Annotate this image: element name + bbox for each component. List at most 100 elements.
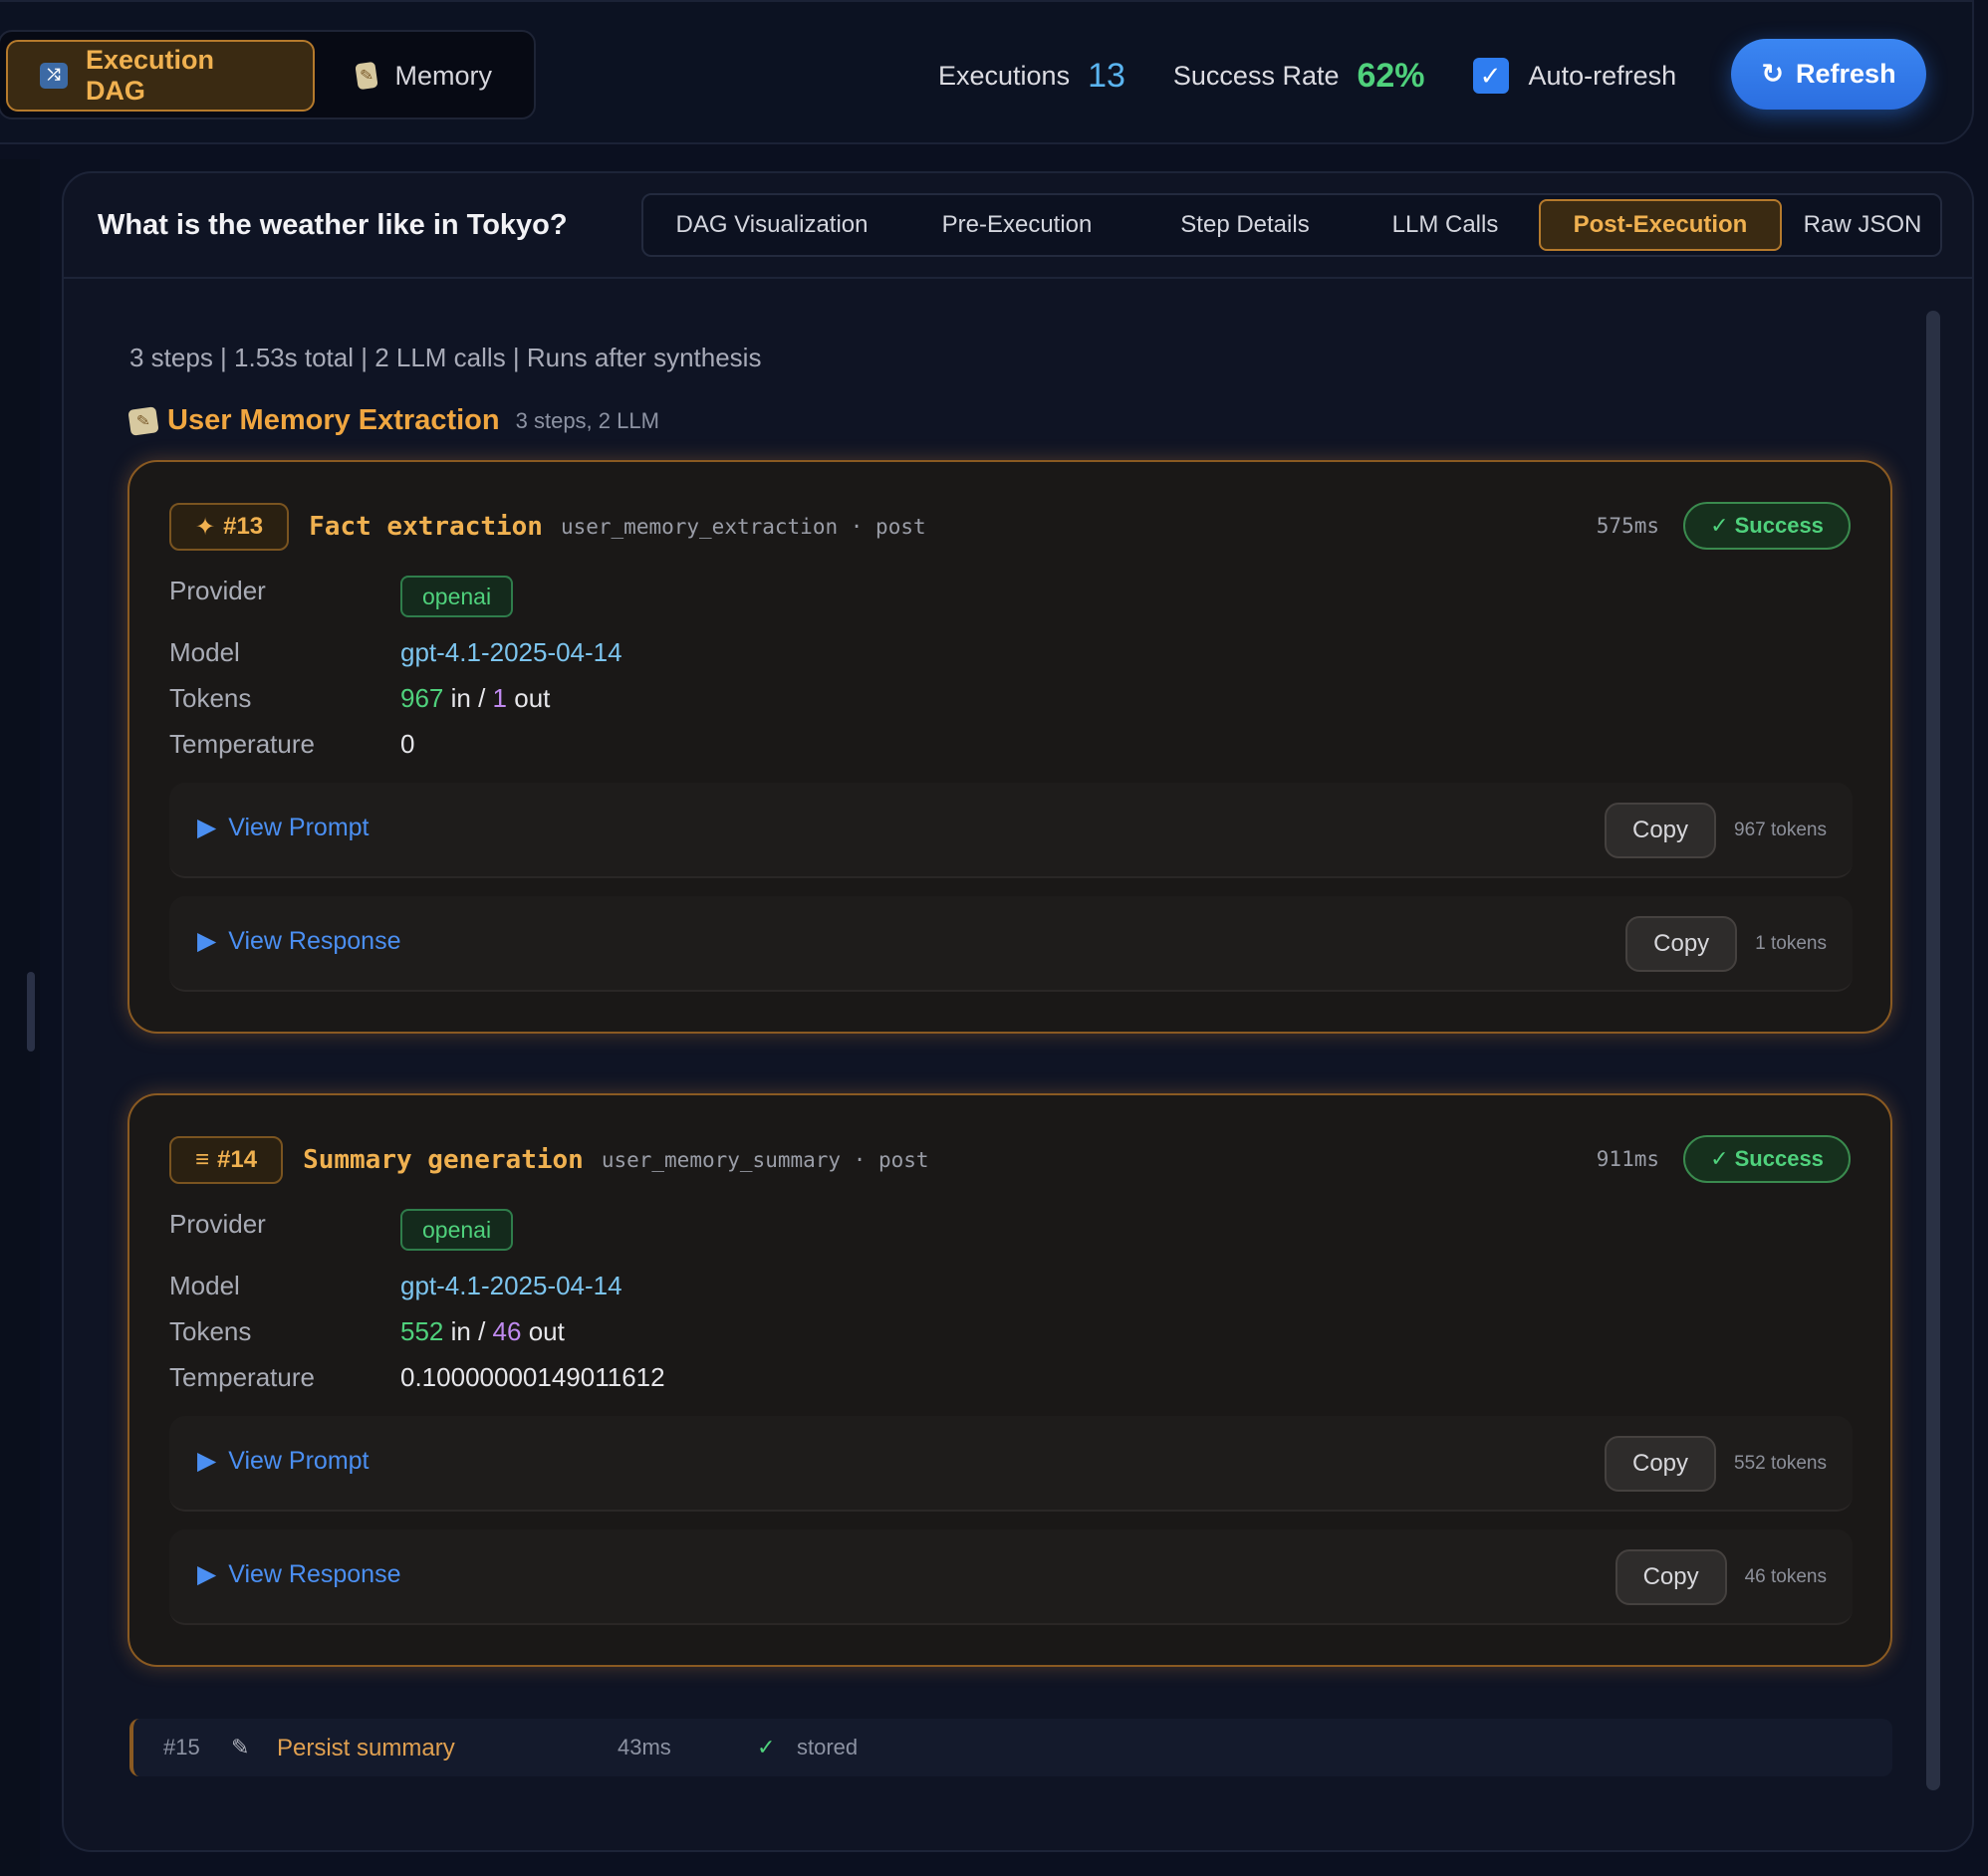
response-expander: ▶ View Response Copy 1 tokens <box>169 896 1853 992</box>
prompt-expander: ▶ View Prompt Copy 967 tokens <box>169 783 1853 878</box>
tokens-out-label: out <box>514 683 551 713</box>
prompt-token-count: 967 tokens <box>1734 820 1827 840</box>
view-button-label: Memory <box>394 60 492 91</box>
tokens-value: 967 in / 1 out <box>400 683 550 714</box>
tokens-in: 967 <box>400 683 444 713</box>
view-response-toggle[interactable]: ▶ View Response <box>197 926 401 956</box>
prompt-token-count: 552 tokens <box>1734 1453 1827 1474</box>
model-value: gpt-4.1-2025-04-14 <box>400 1271 622 1300</box>
sparkle-icon: ✦ <box>195 513 216 541</box>
step-duration: 911ms <box>1596 1147 1659 1171</box>
auto-refresh-checkbox[interactable]: ✓ <box>1472 58 1509 94</box>
sidebar-resize-handle[interactable] <box>27 972 35 1052</box>
view-button-execution-dag[interactable]: ⤮ Execution DAG <box>6 40 315 112</box>
status-badge: ✓ Success <box>1683 1135 1851 1183</box>
section-meta: 3 steps, 2 LLM <box>515 407 659 433</box>
status-badge: ✓ Success <box>1683 502 1851 550</box>
model-label: Model <box>169 1271 240 1300</box>
provider-pill: openai <box>400 576 514 617</box>
view-prompt-label: View Prompt <box>228 1446 370 1475</box>
tokens-out: 46 <box>492 1316 522 1346</box>
response-token-count: 46 tokens <box>1744 1566 1827 1587</box>
post-execution-summary: 3 steps | 1.53s total | 2 LLM calls | Ru… <box>129 343 762 372</box>
temperature-value: 0 <box>400 729 415 759</box>
tab-post-execution[interactable]: Post-Execution <box>1539 199 1782 251</box>
refresh-icon: ↻ <box>1761 59 1785 89</box>
step-name: Fact extraction <box>309 512 543 542</box>
view-prompt-toggle[interactable]: ▶ View Prompt <box>197 1446 370 1476</box>
executions-count: 13 <box>1088 56 1125 95</box>
copy-response-button[interactable]: Copy <box>1615 1549 1727 1605</box>
prompt-expander: ▶ View Prompt Copy 552 tokens <box>169 1416 1853 1512</box>
tokens-in-label: in / <box>450 683 486 713</box>
step-number: #14 <box>217 1146 258 1173</box>
step-identifier: user_memory_extraction · post <box>560 515 926 539</box>
triangle-right-icon: ▶ <box>197 927 217 955</box>
step-status: stored <box>797 1735 859 1759</box>
view-prompt-toggle[interactable]: ▶ View Prompt <box>197 813 370 842</box>
check-icon: ✓ <box>757 1735 776 1759</box>
tokens-in: 552 <box>400 1316 444 1346</box>
tokens-value: 552 in / 46 out <box>400 1316 565 1347</box>
temperature-label: Temperature <box>169 729 315 759</box>
refresh-button[interactable]: ↻ Refresh <box>1731 39 1926 110</box>
copy-response-button[interactable]: Copy <box>1625 916 1738 972</box>
tab-llm-calls[interactable]: LLM Calls <box>1357 199 1534 251</box>
model-value: gpt-4.1-2025-04-14 <box>400 637 622 667</box>
tokens-out-label: out <box>528 1316 565 1346</box>
view-prompt-label: View Prompt <box>228 813 370 841</box>
memo-icon: ✎ <box>127 405 159 436</box>
provider-pill: openai <box>400 1209 514 1251</box>
view-response-toggle[interactable]: ▶ View Response <box>197 1559 401 1589</box>
success-rate-label: Success Rate <box>1172 60 1340 91</box>
pencil-icon: ✎ <box>231 1735 250 1759</box>
temperature-label: Temperature <box>169 1362 315 1392</box>
step-number: #13 <box>223 513 264 540</box>
tokens-out: 1 <box>492 683 508 713</box>
view-button-memory[interactable]: ✎ Memory <box>325 40 524 112</box>
top-bar: ⤮ Execution DAG ✎ Memory Executions 13 S… <box>0 0 1974 144</box>
stats-bar: Executions 13 Success Rate 62% ✓ Auto-re… <box>938 46 1676 106</box>
step-name: Summary generation <box>303 1145 584 1175</box>
prompt-actions: Copy 552 tokens <box>1605 1436 1827 1492</box>
response-expander: ▶ View Response Copy 46 tokens <box>169 1529 1853 1625</box>
executions-label: Executions <box>938 60 1071 91</box>
tab-pre-execution[interactable]: Pre-Execution <box>900 199 1133 251</box>
view-button-label: Execution DAG <box>85 45 214 106</box>
query-title: What is the weather like in Tokyo? <box>98 209 568 241</box>
step-duration: 575ms <box>1596 514 1659 538</box>
auto-refresh-label[interactable]: Auto-refresh <box>1529 61 1677 92</box>
content-scrollbar[interactable] <box>1926 311 1940 1790</box>
prompt-actions: Copy 967 tokens <box>1605 803 1827 858</box>
response-actions: Copy 1 tokens <box>1625 916 1827 972</box>
section-header: ✎ User Memory Extraction 3 steps, 2 LLM <box>127 404 659 437</box>
section-title: User Memory Extraction <box>167 404 500 436</box>
step-card-header: ≡ #14 Summary generation user_memory_sum… <box>169 1135 1851 1185</box>
copy-prompt-button[interactable]: Copy <box>1605 1436 1717 1492</box>
persist-step-row[interactable]: #15 ✎ Persist summary 43ms ✓ stored <box>129 1719 1892 1776</box>
copy-prompt-button[interactable]: Copy <box>1605 803 1717 858</box>
step-number-badge: ✦ #13 <box>169 503 290 551</box>
step-number: #15 <box>163 1735 200 1759</box>
provider-label: Provider <box>169 1209 266 1239</box>
dag-icon: ⤮ <box>40 63 68 89</box>
model-label: Model <box>169 637 240 667</box>
tokens-label: Tokens <box>169 683 252 713</box>
view-response-label: View Response <box>228 1559 401 1588</box>
provider-label: Provider <box>169 576 266 605</box>
tab-dag-visualization[interactable]: DAG Visualization <box>647 199 896 251</box>
triangle-right-icon: ▶ <box>197 814 217 841</box>
success-rate-value: 62% <box>1357 56 1425 95</box>
list-icon: ≡ <box>195 1146 210 1173</box>
response-token-count: 1 tokens <box>1755 933 1827 954</box>
memo-icon: ✎ <box>355 61 379 91</box>
tab-raw-json[interactable]: Raw JSON <box>1787 199 1938 251</box>
tab-step-details[interactable]: Step Details <box>1137 199 1353 251</box>
response-actions: Copy 46 tokens <box>1615 1549 1827 1605</box>
step-card-header: ✦ #13 Fact extraction user_memory_extrac… <box>169 502 1851 552</box>
refresh-label: Refresh <box>1796 59 1896 89</box>
step-identifier: user_memory_summary · post <box>601 1148 929 1172</box>
tokens-in-label: in / <box>450 1316 486 1346</box>
step-card: ✦ #13 Fact extraction user_memory_extrac… <box>127 460 1892 1034</box>
tokens-label: Tokens <box>169 1316 252 1346</box>
